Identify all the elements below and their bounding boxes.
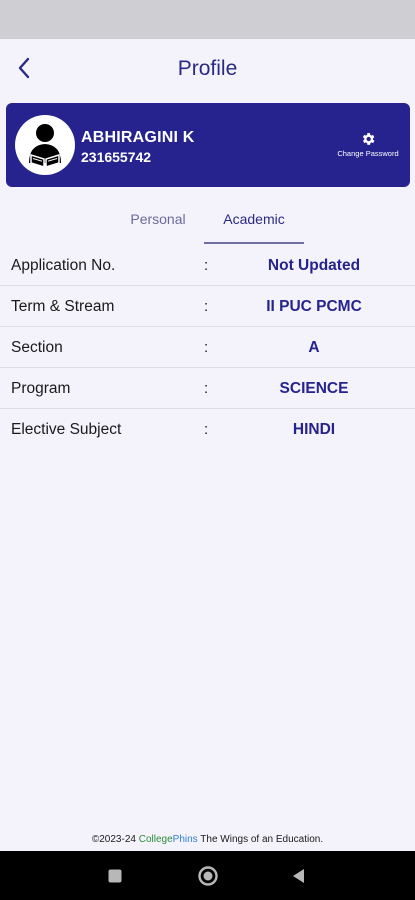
table-row: Term & Stream : II PUC PCMC	[0, 286, 415, 327]
row-label: Application No.	[11, 257, 116, 274]
student-name: ABHIRAGINI K	[81, 129, 195, 146]
row-separator: :	[204, 339, 209, 356]
row-value: II PUC PCMC	[266, 298, 362, 315]
tab-academic[interactable]: Academic	[204, 205, 304, 245]
square-icon	[108, 869, 122, 883]
recents-button[interactable]	[102, 863, 128, 889]
change-password-button[interactable]: Change Password	[332, 131, 404, 158]
row-separator: :	[204, 380, 209, 397]
row-value: HINDI	[292, 421, 336, 438]
student-reading-icon	[29, 124, 61, 169]
row-value: A	[308, 339, 320, 356]
table-row: Section : A	[0, 327, 415, 368]
back-nav-button[interactable]	[286, 863, 312, 889]
row-label: Section	[11, 339, 63, 356]
academic-info-table: Application No. : Not Updated Term & Str…	[0, 245, 415, 450]
row-value: Not Updated	[267, 257, 361, 274]
status-bar	[0, 0, 415, 39]
table-row: Elective Subject : HINDI	[0, 409, 415, 450]
footer: ©2023-24 CollegePhins The Wings of an Ed…	[0, 834, 415, 851]
gear-icon	[362, 133, 375, 145]
page-title: Profile	[177, 57, 238, 80]
footer-brand-phins: Phins	[172, 834, 198, 845]
profile-tabs: Personal Academic	[0, 205, 415, 245]
footer-tagline: The Wings of an Education.	[197, 834, 324, 845]
home-button[interactable]	[195, 863, 221, 889]
triangle-back-icon	[293, 869, 304, 883]
row-separator: :	[204, 257, 209, 274]
app-bar: Profile	[0, 39, 415, 99]
table-row: Program : SCIENCE	[0, 368, 415, 409]
row-label: Term & Stream	[11, 298, 115, 315]
profile-card: ABHIRAGINI K 231655742 Change Password	[6, 103, 410, 187]
footer-copyright: ©2023-24	[91, 834, 139, 845]
footer-brand-college: College	[138, 834, 173, 845]
table-row: Application No. : Not Updated	[0, 245, 415, 286]
change-password-label: Change Password	[337, 149, 399, 158]
circle-icon	[198, 866, 218, 886]
avatar	[15, 115, 75, 175]
system-nav-bar	[0, 851, 415, 900]
row-value: SCIENCE	[279, 380, 349, 397]
active-tab-indicator	[204, 242, 304, 244]
row-separator: :	[204, 421, 209, 438]
tab-personal[interactable]: Personal	[110, 205, 206, 245]
row-label: Program	[11, 380, 71, 397]
row-label: Elective Subject	[11, 421, 122, 438]
row-separator: :	[204, 298, 209, 315]
student-id: 231655742	[81, 149, 152, 165]
